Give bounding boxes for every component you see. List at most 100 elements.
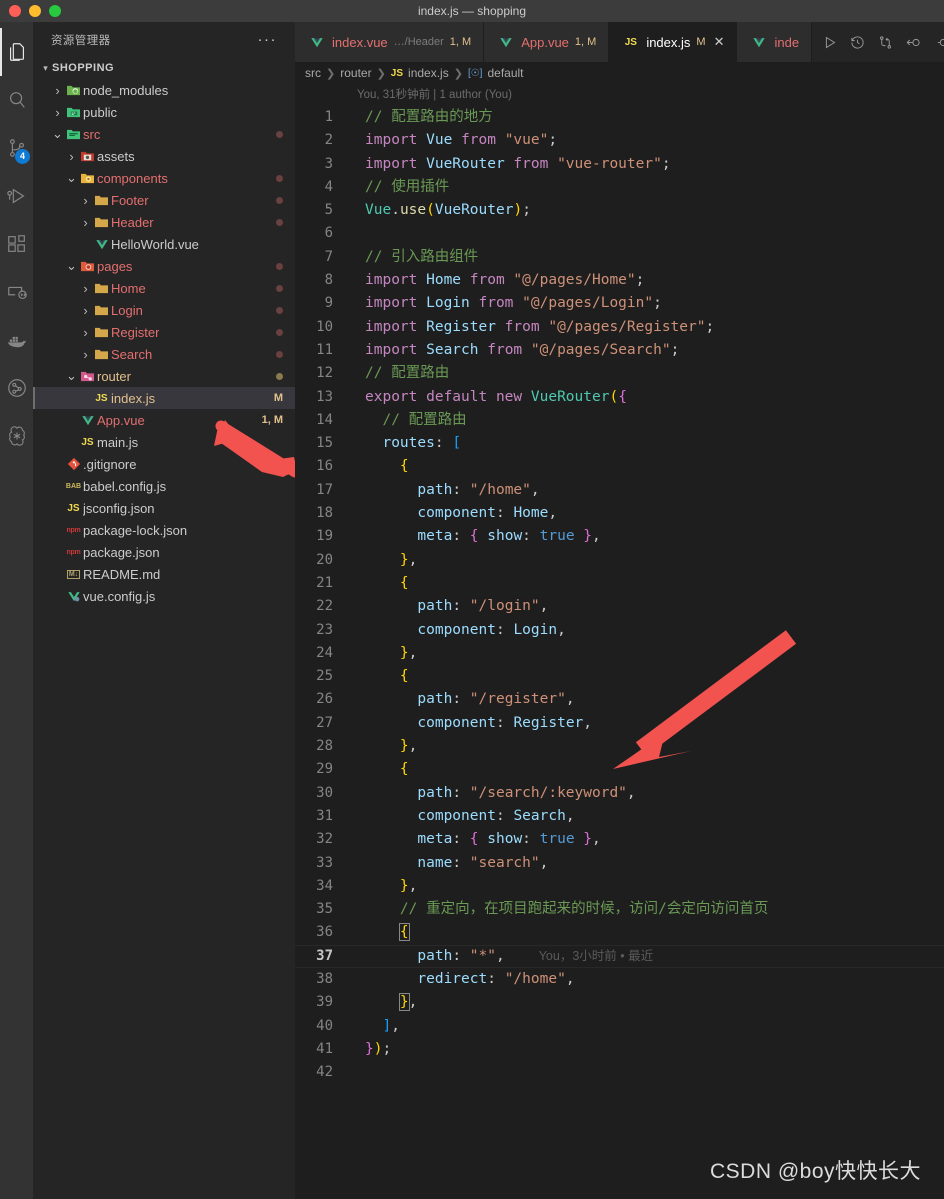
- code-lines[interactable]: 1 // 配置路由的地方 2 import Vue from "vue"; 3 impor…: [295, 106, 944, 1084]
- code-line[interactable]: 30 path: "/search/:keyword",: [295, 782, 944, 805]
- git-compare-icon[interactable]: [878, 35, 893, 50]
- explorer-title: 资源管理器: [51, 34, 111, 47]
- tree-item-login[interactable]: › Login: [33, 299, 295, 321]
- code-line[interactable]: 29 {: [295, 758, 944, 781]
- code-line[interactable]: 35 // 重定向，在项目跑起来的时候，访问/会定向访问首页: [295, 898, 944, 921]
- code-line[interactable]: 2 import Vue from "vue";: [295, 129, 944, 152]
- tree-item-footer[interactable]: › Footer: [33, 189, 295, 211]
- tree-item-jsconfig-json[interactable]: JS jsconfig.json: [33, 497, 295, 519]
- circle-slash-icon[interactable]: [934, 35, 944, 50]
- code-line[interactable]: 3 import VueRouter from "vue-router";: [295, 153, 944, 176]
- code-line[interactable]: 1 // 配置路由的地方: [295, 106, 944, 129]
- tree-item-home[interactable]: › Home: [33, 277, 295, 299]
- breadcrumb-item-src[interactable]: src: [305, 66, 321, 80]
- tree-item-search[interactable]: › Search: [33, 343, 295, 365]
- tree-item-register[interactable]: › Register: [33, 321, 295, 343]
- code-line[interactable]: 13 export default new VueRouter({: [295, 386, 944, 409]
- git-status-dot: [276, 262, 283, 270]
- activity-item-chatgpt[interactable]: [0, 412, 33, 460]
- tab-index-js[interactable]: JS index.js M ✕: [609, 22, 738, 62]
- minimize-window-button[interactable]: [29, 5, 41, 17]
- activity-item-explorer[interactable]: [0, 28, 33, 76]
- code-line[interactable]: 22 path: "/login",: [295, 595, 944, 618]
- activity-item-source-control[interactable]: 4: [0, 124, 33, 172]
- code-line[interactable]: 12 // 配置路由: [295, 362, 944, 385]
- code-line[interactable]: 36 {: [295, 921, 944, 944]
- code-line[interactable]: 41});: [295, 1038, 944, 1061]
- play-icon[interactable]: [822, 35, 837, 50]
- activity-item-extensions[interactable]: [0, 220, 33, 268]
- tree-item-pages[interactable]: ⌄ pages: [33, 255, 295, 277]
- tree-item-babel-config-js[interactable]: BAB babel.config.js: [33, 475, 295, 497]
- explorer-root-folder[interactable]: ▾ SHOPPING: [33, 57, 295, 79]
- code-line[interactable]: 42: [295, 1061, 944, 1084]
- breadcrumb-item-file[interactable]: index.js: [408, 66, 449, 80]
- code-line[interactable]: 39 },: [295, 991, 944, 1014]
- code-line[interactable]: 37 path: "*", You，3小时前 • 最近: [295, 944, 944, 968]
- code-line[interactable]: 21 {: [295, 572, 944, 595]
- tree-item-package-lock-json[interactable]: npm package-lock.json: [33, 519, 295, 541]
- code-line[interactable]: 38 redirect: "/home",: [295, 968, 944, 991]
- tab-app-vue[interactable]: App.vue 1, M: [484, 22, 610, 62]
- code-line[interactable]: 27 component: Register,: [295, 712, 944, 735]
- tree-item--gitignore[interactable]: .gitignore: [33, 453, 295, 475]
- code-line[interactable]: 7 // 引入路由组件: [295, 246, 944, 269]
- code-line[interactable]: 14 // 配置路由: [295, 409, 944, 432]
- activity-item-project-graph[interactable]: [0, 364, 33, 412]
- tree-item-public[interactable]: › public: [33, 101, 295, 123]
- tree-item-app-vue[interactable]: App.vue 1, M: [33, 409, 295, 431]
- code-line[interactable]: 24 },: [295, 642, 944, 665]
- code-line[interactable]: 26 path: "/register",: [295, 688, 944, 711]
- tree-item-index-js[interactable]: JS index.js M: [33, 387, 295, 409]
- code-line[interactable]: 6: [295, 222, 944, 245]
- folder-plain-icon: [92, 194, 111, 207]
- go-to-previous-icon[interactable]: [906, 35, 921, 50]
- tree-item-vue-config-js[interactable]: vue.config.js: [33, 585, 295, 607]
- activity-item-run-and-debug[interactable]: [0, 172, 33, 220]
- tab-inde-partial[interactable]: inde: [737, 22, 813, 62]
- explorer-more-actions-button[interactable]: ···: [258, 32, 278, 47]
- breadcrumb-item-symbol[interactable]: default: [487, 66, 523, 80]
- tree-item-package-json[interactable]: npm package.json: [33, 541, 295, 563]
- code-line[interactable]: 40 ],: [295, 1015, 944, 1038]
- tree-item-header[interactable]: › Header: [33, 211, 295, 233]
- tree-item-readme-md[interactable]: M↓ README.md: [33, 563, 295, 585]
- code-line[interactable]: 25 {: [295, 665, 944, 688]
- code-line[interactable]: 23 component: Login,: [295, 619, 944, 642]
- window-controls[interactable]: [0, 5, 61, 17]
- code-line[interactable]: 31 component: Search,: [295, 805, 944, 828]
- code-line[interactable]: 32 meta: { show: true },: [295, 828, 944, 851]
- tree-item-components[interactable]: ⌄ components: [33, 167, 295, 189]
- code-line[interactable]: 34 },: [295, 875, 944, 898]
- code-line[interactable]: 28 },: [295, 735, 944, 758]
- code-line[interactable]: 16 {: [295, 455, 944, 478]
- activity-item-search[interactable]: [0, 76, 33, 124]
- code-line[interactable]: 11 import Search from "@/pages/Search";: [295, 339, 944, 362]
- tree-item-router[interactable]: ⌄ router: [33, 365, 295, 387]
- close-window-button[interactable]: [9, 5, 21, 17]
- tree-item-main-js[interactable]: JS main.js: [33, 431, 295, 453]
- code-line[interactable]: 4 // 使用插件: [295, 176, 944, 199]
- code-line[interactable]: 8 import Home from "@/pages/Home";: [295, 269, 944, 292]
- code-editor[interactable]: You, 31秒钟前 | 1 author (You) 1 // 配置路由的地方 2…: [295, 84, 944, 1199]
- breadcrumb-item-router[interactable]: router: [340, 66, 371, 80]
- maximize-window-button[interactable]: [49, 5, 61, 17]
- code-line[interactable]: 5 Vue.use(VueRouter);: [295, 199, 944, 222]
- code-line[interactable]: 15 routes: [: [295, 432, 944, 455]
- code-line[interactable]: 33 name: "search",: [295, 852, 944, 875]
- tab-index-vue[interactable]: index.vue …/Header 1, M: [295, 22, 485, 62]
- tree-item-node-modules[interactable]: › node_modules: [33, 79, 295, 101]
- tree-item-helloworld-vue[interactable]: HelloWorld.vue: [33, 233, 295, 255]
- code-line[interactable]: 19 meta: { show: true },: [295, 525, 944, 548]
- code-line[interactable]: 18 component: Home,: [295, 502, 944, 525]
- code-line[interactable]: 9 import Login from "@/pages/Login";: [295, 292, 944, 315]
- code-line[interactable]: 10 import Register from "@/pages/Register…: [295, 316, 944, 339]
- code-line[interactable]: 17 path: "/home",: [295, 479, 944, 502]
- activity-item-remote-explorer[interactable]: [0, 268, 33, 316]
- code-line[interactable]: 20 },: [295, 549, 944, 572]
- history-icon[interactable]: [850, 35, 865, 50]
- close-icon[interactable]: ✕: [714, 34, 725, 50]
- activity-item-docker[interactable]: [0, 316, 33, 364]
- tree-item-assets[interactable]: › assets: [33, 145, 295, 167]
- tree-item-src[interactable]: ⌄ src: [33, 123, 295, 145]
